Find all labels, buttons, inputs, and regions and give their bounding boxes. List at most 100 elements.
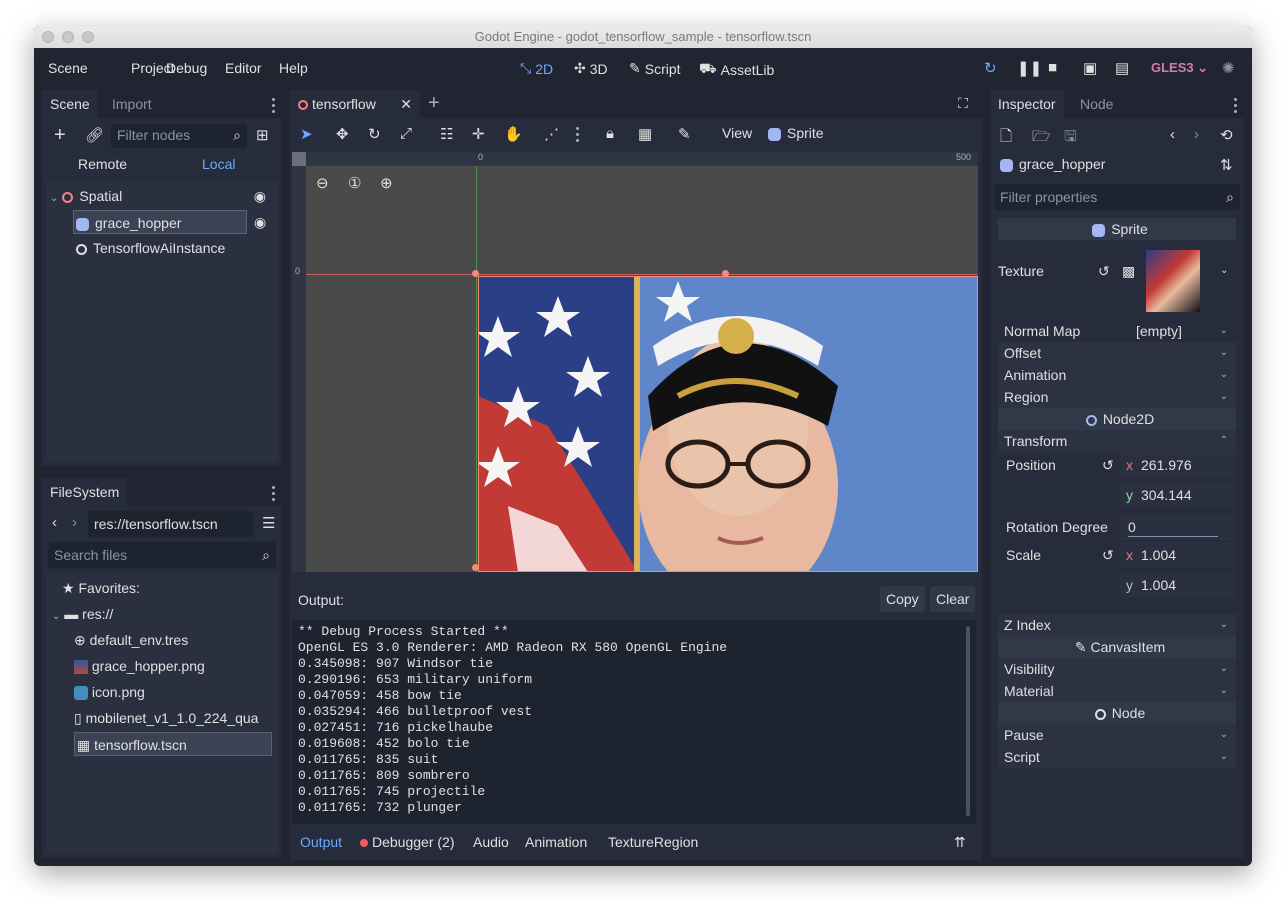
tree-node-grace-hopper[interactable]: grace_hopper xyxy=(73,210,247,234)
copy-button[interactable]: Copy xyxy=(880,586,925,612)
sprite-section-header[interactable]: Sprite xyxy=(998,218,1236,240)
workspace-script-button[interactable]: ✎ Script xyxy=(629,60,681,77)
remote-button[interactable]: Remote xyxy=(78,156,127,172)
texture-preview[interactable] xyxy=(1146,250,1200,312)
open-resource-icon[interactable]: 🗁︎ xyxy=(1032,126,1051,151)
file-item[interactable]: ▯ mobilenet_v1_1.0_224_qua xyxy=(74,706,258,730)
workspace-2d-button[interactable]: ⤡ 2D xyxy=(520,60,553,77)
animation-category[interactable]: Animation ⌄ xyxy=(998,364,1236,386)
resize-handle[interactable] xyxy=(722,270,729,277)
back-icon[interactable]: ‹ xyxy=(52,514,57,531)
tab-import[interactable]: Import xyxy=(104,90,160,118)
scale-tool-icon[interactable]: ⤢ xyxy=(400,125,412,142)
add-tab-icon[interactable]: + xyxy=(428,92,440,115)
file-item[interactable]: ⊕ default_env.tres xyxy=(74,628,188,652)
fullscreen-icon[interactable]: ⛶ xyxy=(958,95,968,112)
object-properties-icon[interactable]: ⇅ xyxy=(1220,156,1233,174)
zoom-reset-icon[interactable]: ① xyxy=(348,174,361,192)
tab-scene[interactable]: Scene xyxy=(42,90,98,118)
tab-tensorflow-scene[interactable]: tensorflow ✕ xyxy=(290,90,420,118)
close-window-button[interactable] xyxy=(42,31,54,43)
collapse-arrow-icon[interactable]: ⌄ xyxy=(50,193,58,204)
menu-editor[interactable]: Editor xyxy=(225,60,262,76)
rotation-field[interactable]: 0 xyxy=(1120,514,1236,540)
position-x-field[interactable]: x 261.976 xyxy=(1120,452,1236,478)
local-button[interactable]: Local xyxy=(202,156,235,172)
file-item[interactable]: grace_hopper.png xyxy=(74,654,205,678)
filter-properties-input[interactable]: Filter properties ⌕ xyxy=(994,184,1240,210)
add-node-icon[interactable]: + xyxy=(54,124,66,147)
resize-handle[interactable] xyxy=(472,270,479,277)
visibility-eye-icon[interactable]: ◉ xyxy=(254,210,266,234)
filter-nodes-input[interactable]: Filter nodes ⌕ xyxy=(111,124,247,148)
link-icon[interactable]: 🔗︎ xyxy=(85,126,104,144)
tab-texture-region[interactable]: TextureRegion xyxy=(608,834,698,850)
zoom-in-icon[interactable]: ⊕ xyxy=(380,174,393,192)
tab-output[interactable]: Output xyxy=(300,834,342,850)
tab-inspector[interactable]: Inspector xyxy=(990,90,1064,118)
menu-scene[interactable]: Scene xyxy=(48,60,88,76)
tree-node-spatial[interactable]: ⌄ Spatial ◉ xyxy=(50,184,274,208)
output-scrollbar[interactable] xyxy=(966,626,970,816)
res-root-item[interactable]: ⌄ ▬ res:// xyxy=(52,602,113,626)
pivot-tool-icon[interactable]: ✛ xyxy=(472,125,485,143)
history-icon[interactable]: ⟲ xyxy=(1220,126,1233,144)
tab-debugger[interactable]: Debugger (2) xyxy=(360,834,455,850)
workspace-3d-button[interactable]: ✣ 3D xyxy=(574,60,608,77)
transform-category[interactable]: Transform ⌃ xyxy=(998,430,1236,452)
new-resource-icon[interactable]: 🗋︎ xyxy=(1000,126,1012,151)
instance-scene-icon[interactable]: ⊞ xyxy=(256,126,269,144)
rotation-slider[interactable] xyxy=(1128,536,1218,537)
reload-icon[interactable]: ↻ xyxy=(984,59,997,77)
file-item[interactable]: icon.png xyxy=(74,680,145,704)
renderer-selector[interactable]: GLES3 ⌄ xyxy=(1151,60,1208,76)
filesystem-dock-menu-icon[interactable] xyxy=(272,486,276,504)
search-files-input[interactable]: Search files ⌕ xyxy=(48,542,276,568)
inspector-menu-icon[interactable] xyxy=(1234,98,1238,116)
scene-dock-menu-icon[interactable] xyxy=(272,98,276,116)
tab-filesystem[interactable]: FileSystem xyxy=(42,478,128,506)
sprite-menu[interactable]: Sprite xyxy=(768,125,824,141)
tab-animation[interactable]: Animation xyxy=(525,834,587,850)
zoom-out-icon[interactable]: ⊖ xyxy=(316,174,329,192)
z-index-category[interactable]: Z Index ⌄ xyxy=(998,614,1236,636)
minimize-window-button[interactable] xyxy=(62,31,74,43)
expand-panel-icon[interactable]: ⇈ xyxy=(954,834,966,851)
bone-icon[interactable]: ✎ xyxy=(678,125,691,143)
chevron-down-icon[interactable]: ⌄ xyxy=(1220,260,1228,282)
canvas-viewport[interactable]: 0 500 0 ⊖ ① ⊕ xyxy=(292,152,978,572)
canvasitem-section-header[interactable]: ✎ CanvasItem xyxy=(998,636,1236,658)
resize-handle[interactable] xyxy=(472,564,479,571)
visibility-category[interactable]: Visibility ⌄ xyxy=(998,658,1236,680)
stop-icon[interactable]: ■ xyxy=(1048,59,1057,76)
snap-icon[interactable]: ⋰ xyxy=(544,125,559,143)
forward-icon[interactable]: › xyxy=(72,514,77,531)
view-menu[interactable]: View xyxy=(722,125,752,141)
menu-help[interactable]: Help xyxy=(279,60,308,76)
clear-button[interactable]: Clear xyxy=(930,586,976,612)
tree-node-tensorflow-instance[interactable]: TensorflowAiInstance xyxy=(76,236,266,260)
collapse-arrow-icon[interactable]: ⌄ xyxy=(52,611,60,622)
region-category[interactable]: Region ⌄ xyxy=(998,386,1236,408)
favorites-item[interactable]: ★ Favorites: xyxy=(62,576,140,600)
move-tool-icon[interactable]: ✥ xyxy=(336,125,349,143)
workspace-assetlib-button[interactable]: ⛟ AssetLib xyxy=(699,60,774,79)
position-y-field[interactable]: y 304.144 xyxy=(1120,482,1236,508)
file-item-selected[interactable]: ▦ tensorflow.tscn xyxy=(74,732,272,756)
split-view-icon[interactable]: ☰ xyxy=(262,514,275,532)
scale-x-field[interactable]: x 1.004 xyxy=(1120,542,1236,568)
revert-icon[interactable]: ↺ xyxy=(1102,454,1114,476)
select-tool-icon[interactable]: ➤ xyxy=(300,125,313,143)
history-back-icon[interactable]: ‹ xyxy=(1170,126,1175,143)
list-select-icon[interactable]: ☷ xyxy=(440,125,453,143)
script-category[interactable]: Script ⌄ xyxy=(998,746,1236,768)
pan-tool-icon[interactable]: ✋ xyxy=(504,125,523,143)
pause-category[interactable]: Pause ⌄ xyxy=(998,724,1236,746)
material-category[interactable]: Material ⌄ xyxy=(998,680,1236,702)
zoom-window-button[interactable] xyxy=(82,31,94,43)
node2d-section-header[interactable]: Node2D xyxy=(998,408,1236,430)
pause-icon[interactable]: ❚❚ xyxy=(1017,59,1042,77)
revert-icon[interactable]: ↺ xyxy=(1098,260,1110,282)
close-tab-icon[interactable]: ✕ xyxy=(400,90,412,118)
save-resource-icon[interactable]: 🖫︎ xyxy=(1064,126,1077,151)
